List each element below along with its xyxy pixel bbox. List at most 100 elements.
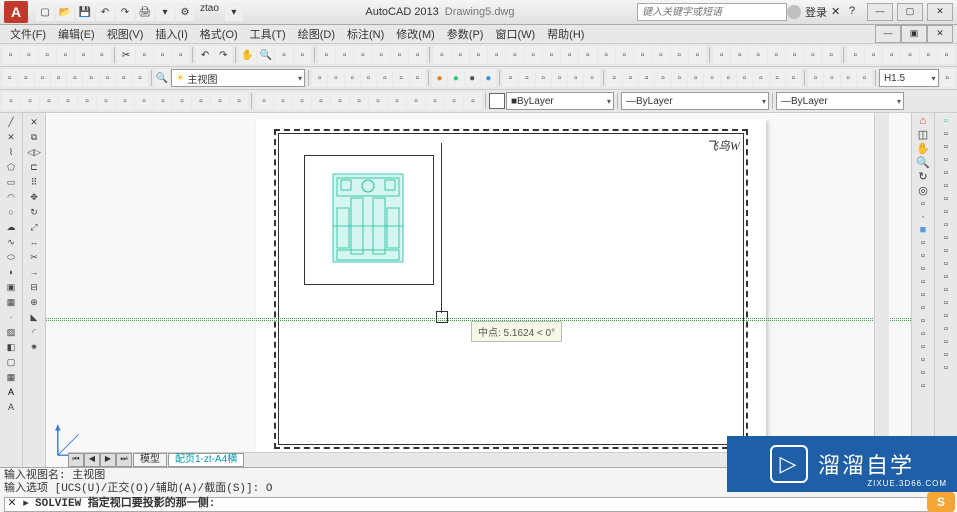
layer-iso-icon[interactable]: ▫: [67, 69, 82, 87]
p3-icon[interactable]: ▫: [40, 92, 58, 110]
fillet-icon[interactable]: ◜: [26, 325, 42, 339]
plot-icon[interactable]: ▫: [57, 46, 74, 64]
r1-icon[interactable]: ▫: [503, 69, 518, 87]
redo-icon[interactable]: ↷: [215, 46, 232, 64]
vs4-icon[interactable]: ●: [481, 69, 496, 87]
o5-icon[interactable]: ▫: [672, 69, 687, 87]
dim13-icon[interactable]: ▫: [652, 46, 669, 64]
v2-icon[interactable]: ▫: [328, 69, 343, 87]
table-icon[interactable]: ▦: [3, 370, 19, 384]
vs2-icon[interactable]: ●: [448, 69, 463, 87]
revcloud-icon[interactable]: ☁: [3, 220, 19, 234]
zoom-prev-icon[interactable]: ▫: [294, 46, 311, 64]
tbl2-icon[interactable]: ▫: [921, 237, 925, 249]
ucs4-icon[interactable]: ▫: [312, 92, 330, 110]
preview-icon[interactable]: ▫: [75, 46, 92, 64]
solid15-icon[interactable]: ▫: [944, 297, 948, 309]
color-swatch[interactable]: [489, 93, 505, 109]
p5-icon[interactable]: ▫: [78, 92, 96, 110]
tab-layout1[interactable]: 配页1-zt-A4横: [168, 453, 244, 467]
nav-wheel-icon[interactable]: ◎: [918, 184, 928, 197]
tbl9-icon[interactable]: ▫: [921, 328, 925, 340]
polygon-icon[interactable]: ⬠: [3, 160, 19, 174]
v3-icon[interactable]: ▫: [345, 69, 360, 87]
tbl4-icon[interactable]: ▫: [921, 263, 925, 275]
o12-icon[interactable]: ▫: [786, 69, 801, 87]
solid10-icon[interactable]: ▫: [944, 232, 948, 244]
zoom-icon[interactable]: 🔍: [257, 46, 274, 64]
dim1-icon[interactable]: ▫: [433, 46, 450, 64]
layer-freeze-icon[interactable]: ▫: [18, 69, 33, 87]
point-icon[interactable]: ·: [3, 310, 19, 324]
v4-icon[interactable]: ▫: [361, 69, 376, 87]
cl2-icon[interactable]: ▫: [824, 69, 839, 87]
join-icon[interactable]: ⊕: [26, 295, 42, 309]
menu-window[interactable]: 窗口(W): [489, 26, 541, 42]
r2-icon[interactable]: ▫: [519, 69, 534, 87]
solid12-icon[interactable]: ▫: [944, 258, 948, 270]
dim10-icon[interactable]: ▫: [598, 46, 615, 64]
tbl13-icon[interactable]: ▫: [921, 380, 925, 392]
dsgnctr-icon[interactable]: ▫: [336, 46, 353, 64]
spline-icon[interactable]: ∿: [3, 235, 19, 249]
publish-icon[interactable]: ▫: [93, 46, 110, 64]
pan-icon[interactable]: ✋: [239, 46, 256, 64]
doc-minimize-button[interactable]: —: [875, 25, 901, 43]
copy-icon[interactable]: ▫: [136, 46, 153, 64]
tbl12-icon[interactable]: ▫: [921, 367, 925, 379]
o7-icon[interactable]: ▫: [704, 69, 719, 87]
match-icon[interactable]: ▫: [172, 46, 189, 64]
dim15-icon[interactable]: ▫: [689, 46, 706, 64]
dim14-icon[interactable]: ▫: [671, 46, 688, 64]
close-button[interactable]: ✕: [927, 3, 953, 21]
app-logo[interactable]: A: [4, 1, 28, 23]
solid6-icon[interactable]: ▫: [944, 180, 948, 192]
tab-next-button[interactable]: ▶: [100, 453, 116, 467]
workspace-icon[interactable]: ⚙: [176, 3, 194, 21]
tab-first-button[interactable]: ⏮: [68, 453, 84, 467]
nav-home-icon[interactable]: ⌂: [920, 115, 927, 127]
r3-icon[interactable]: ▫: [536, 69, 551, 87]
solid18-icon[interactable]: ▫: [944, 336, 948, 348]
ucs2-icon[interactable]: ▫: [274, 92, 292, 110]
menu-file[interactable]: 文件(F): [4, 26, 52, 42]
lineweight-dropdown[interactable]: — ByLayer: [776, 92, 904, 110]
dim5-icon[interactable]: ▫: [506, 46, 523, 64]
layer-match-icon[interactable]: ▫: [83, 69, 98, 87]
zoom-win-icon[interactable]: ▫: [275, 46, 292, 64]
ucs12-icon[interactable]: ▫: [464, 92, 482, 110]
rotate-icon[interactable]: ↻: [26, 205, 42, 219]
menu-view[interactable]: 视图(V): [101, 26, 150, 42]
ucs11-icon[interactable]: ▫: [445, 92, 463, 110]
open-icon[interactable]: ▫: [20, 46, 37, 64]
p1-icon[interactable]: ▫: [2, 92, 20, 110]
mtext-icon[interactable]: A: [3, 400, 19, 414]
o10-icon[interactable]: ▫: [753, 69, 768, 87]
save-icon[interactable]: 💾: [76, 3, 94, 21]
v1-icon[interactable]: ▫: [312, 69, 327, 87]
rect-icon[interactable]: ▭: [3, 175, 19, 189]
v5-icon[interactable]: ▫: [377, 69, 392, 87]
cl4-icon[interactable]: ▫: [857, 69, 872, 87]
o6-icon[interactable]: ▫: [688, 69, 703, 87]
dim7-icon[interactable]: ▫: [543, 46, 560, 64]
menu-format[interactable]: 格式(O): [194, 26, 244, 42]
cl3-icon[interactable]: ▫: [841, 69, 856, 87]
extend-icon[interactable]: →: [26, 265, 42, 279]
dropdown-icon[interactable]: ▾: [225, 3, 243, 21]
o3-icon[interactable]: ▫: [639, 69, 654, 87]
vs3-icon[interactable]: ●: [465, 69, 480, 87]
r5-icon[interactable]: ▫: [568, 69, 583, 87]
command-expand-icon[interactable]: ✕: [5, 498, 19, 511]
dim-upd-icon[interactable]: ▫: [940, 69, 955, 87]
dim9-icon[interactable]: ▫: [579, 46, 596, 64]
undo-icon[interactable]: ↶: [96, 3, 114, 21]
solid13-icon[interactable]: ▫: [944, 271, 948, 283]
insert-icon[interactable]: ▣: [3, 280, 19, 294]
o8-icon[interactable]: ▫: [721, 69, 736, 87]
o4-icon[interactable]: ▫: [655, 69, 670, 87]
gradient-icon[interactable]: ◧: [3, 340, 19, 354]
solid8-icon[interactable]: ▫: [944, 206, 948, 218]
linescale-dropdown[interactable]: H1.5: [879, 69, 939, 87]
layer-state-icon[interactable]: ▫: [116, 69, 131, 87]
